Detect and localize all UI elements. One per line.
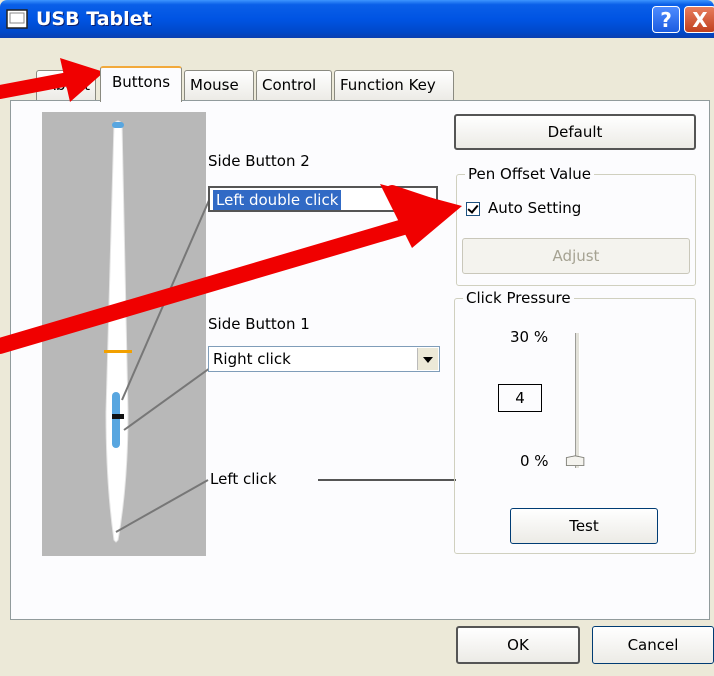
window-title: USB Tablet <box>36 8 152 30</box>
pen-side-buttons <box>112 392 120 448</box>
pressure-value: 4 <box>498 384 542 412</box>
window-icon <box>6 9 28 29</box>
tab-about[interactable]: About <box>36 70 96 100</box>
side-button-1-value: Right click <box>213 350 291 368</box>
tab-control[interactable]: Control <box>256 70 332 100</box>
pen-illustration <box>42 112 206 556</box>
pressure-slider-thumb[interactable] <box>565 455 587 469</box>
pen-marker-band <box>104 350 132 353</box>
tip-label: Left click <box>210 470 277 488</box>
adjust-button[interactable]: Adjust <box>462 238 690 274</box>
pen-offset-title: Pen Offset Value <box>465 165 595 183</box>
close-button[interactable]: X <box>684 6 714 33</box>
side-button-2-select[interactable]: Left double click <box>208 186 438 212</box>
title-bar[interactable]: USB Tablet ? X <box>0 0 714 38</box>
click-pressure-title: Click Pressure <box>463 289 574 307</box>
pressure-min-label: 0 % <box>520 452 549 470</box>
side-button-1-select[interactable]: Right click <box>208 346 440 372</box>
tab-buttons[interactable]: Buttons <box>100 66 182 102</box>
side-button-2-value: Left double click <box>213 190 342 210</box>
side-button-1-label: Side Button 1 <box>208 315 310 333</box>
dialog-window: USB Tablet ? X About Buttons Mouse Contr… <box>0 0 714 676</box>
tab-mouse[interactable]: Mouse <box>184 70 254 100</box>
ok-button[interactable]: OK <box>456 626 580 664</box>
auto-setting-label[interactable]: Auto Setting <box>488 199 581 217</box>
help-button[interactable]: ? <box>652 6 680 33</box>
pen-image <box>104 120 132 543</box>
cancel-button[interactable]: Cancel <box>592 626 714 664</box>
pen-eraser-cap <box>112 122 124 128</box>
pressure-max-label: 30 % <box>510 328 549 346</box>
chevron-down-icon[interactable] <box>417 348 438 370</box>
default-button[interactable]: Default <box>454 114 696 150</box>
auto-setting-checkbox[interactable] <box>466 202 480 216</box>
test-button[interactable]: Test <box>510 508 658 544</box>
pen-button-divider <box>112 414 124 419</box>
side-button-2-label: Side Button 2 <box>208 152 310 170</box>
tab-function-key[interactable]: Function Key <box>334 70 454 100</box>
pressure-slider-track[interactable] <box>575 333 580 468</box>
